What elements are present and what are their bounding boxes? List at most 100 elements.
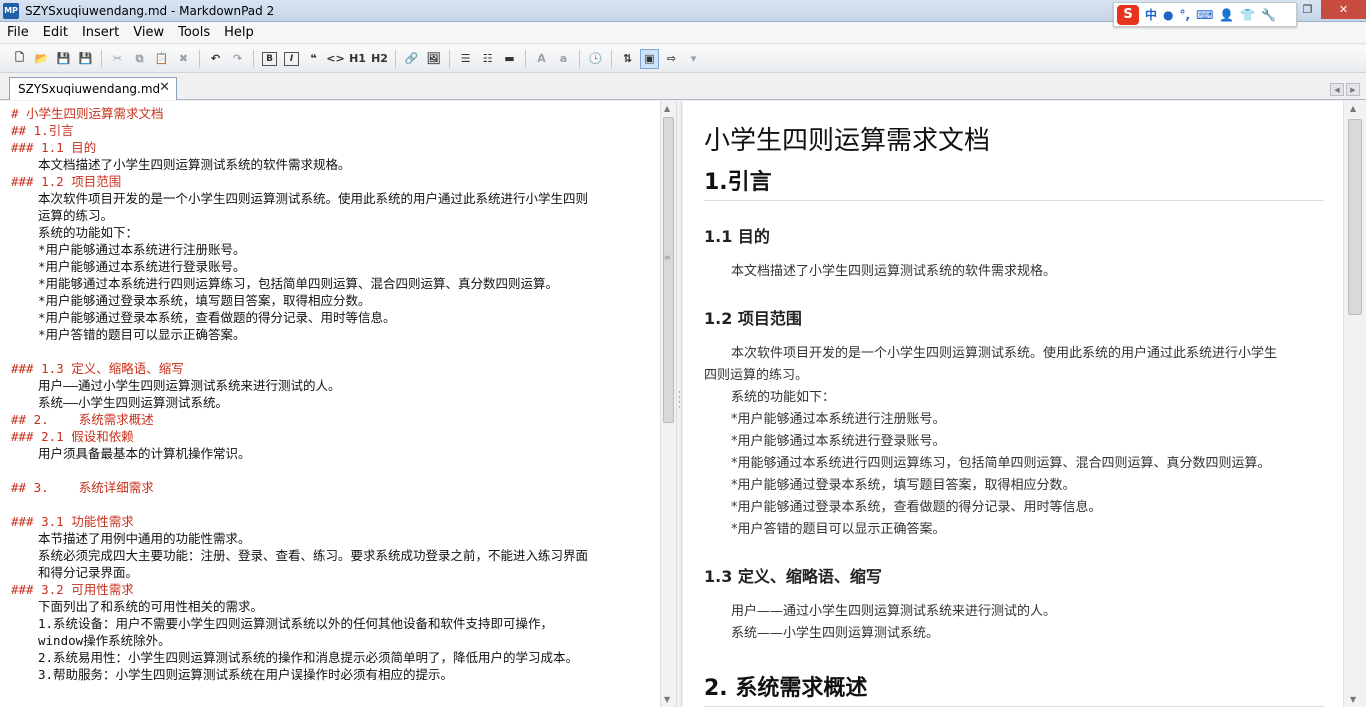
tab-close-icon[interactable]: ✕ [159, 80, 170, 95]
heading1-button[interactable]: H1 [348, 49, 367, 69]
editor-text-line: *用户能够通过本系统进行注册账号。 [38, 242, 246, 257]
ime-keyboard-icon[interactable]: ⌨ [1196, 8, 1213, 22]
link-icon[interactable]: 🔗 [402, 49, 421, 69]
close-button[interactable]: ✕ [1321, 0, 1366, 19]
sogou-logo-icon[interactable]: S [1117, 4, 1139, 25]
editor-text: # 小学生四则运算需求文档 ## 1.引言 ### 1.1 目的本文档描述了小学生四… [11, 105, 588, 683]
tab-scroll-right-icon[interactable]: ▶ [1346, 83, 1360, 96]
heading2-button[interactable]: H2 [370, 49, 389, 69]
horizontal-rule-icon[interactable]: ▬ [500, 49, 519, 69]
toolbar-divider [611, 49, 612, 68]
tab-strip: SZYSxuqiuwendang.md ✕ ◀ ▶ [0, 74, 1366, 100]
editor-scrollbar[interactable]: ▲ ≡ ▼ [660, 101, 676, 707]
lowercase-button[interactable]: a [554, 49, 573, 69]
editor-text-line: 本文档描述了小学生四则运算测试系统的软件需求规格。 [38, 157, 351, 172]
pane-splitter[interactable]: · · · · [676, 101, 682, 707]
new-document-icon[interactable]: 🗋 [10, 49, 29, 69]
undo-icon[interactable]: ↶ [206, 49, 225, 69]
preview-line: *用户能够通过本系统进行登录账号。 [731, 434, 946, 449]
delete-icon[interactable]: ✖ [174, 49, 193, 69]
menu-view[interactable]: View [126, 25, 171, 40]
editor-text-line: 1.系统设备：用户不需要小学生四则运算测试系统以外的任何其他设备和软件支持即可操… [38, 616, 554, 631]
tab-document[interactable]: SZYSxuqiuwendang.md ✕ [9, 77, 177, 100]
ime-skin-icon[interactable]: 👕 [1240, 8, 1255, 22]
editor-text-line: *用户能够通过登录本系统，查看做题的得分记录、用时等信息。 [38, 310, 396, 325]
menu-help[interactable]: Help [217, 25, 261, 40]
export-icon[interactable]: ⇨ [662, 49, 681, 69]
toolbar-divider [395, 49, 396, 68]
editor-text-line: 用户须具备最基本的计算机操作常识。 [38, 446, 251, 461]
save-icon[interactable]: 💾 [54, 49, 73, 69]
preview-line: 系统的功能如下： [731, 390, 836, 405]
editor-text-line: *用户能够通过本系统进行登录账号。 [38, 259, 246, 274]
preview-scrollbar[interactable]: ▲ ▼ [1343, 101, 1366, 707]
toolbar-overflow-icon[interactable]: ▾ [684, 49, 703, 69]
save-all-icon[interactable]: 💾 [76, 49, 95, 69]
preview-scroll-thumb[interactable] [1348, 119, 1362, 315]
editor-scroll-thumb[interactable] [663, 117, 674, 423]
preview-line: *用户能够通过登录本系统，查看做题的得分记录、用时等信息。 [731, 500, 1102, 515]
preview-feature-list: 系统的功能如下： *用户能够通过本系统进行注册账号。 *用户能够通过本系统进行登录账… [704, 387, 1324, 541]
italic-button[interactable]: I [282, 49, 301, 69]
editor-text-line: 2.系统易用性：小学生四则运算测试系统的操作和消息提示必须简单明了，降低用户的学… [38, 650, 579, 665]
menu-file[interactable]: File [0, 25, 36, 40]
editor-heading-line: ### 1.1 目的 [11, 140, 97, 155]
menu-insert[interactable]: Insert [75, 25, 126, 40]
scroll-down-icon[interactable]: ▼ [664, 695, 670, 704]
editor-text-line: 本节描述了用例中通用的功能性需求。 [38, 531, 251, 546]
scroll-up-icon[interactable]: ▲ [1350, 104, 1356, 113]
preview-line: 系统——小学生四则运算测试系统。 [731, 626, 940, 641]
uppercase-button[interactable]: A [532, 49, 551, 69]
bold-button[interactable]: B [260, 49, 279, 69]
cut-icon[interactable]: ✂ [108, 49, 127, 69]
menu-edit[interactable]: Edit [36, 25, 75, 40]
splitter-grip-icon: · · · · [678, 388, 681, 413]
preview-section-1: 1.引言 [704, 165, 1324, 201]
scroll-up-icon[interactable]: ▲ [664, 104, 670, 113]
html-preview: 小学生四则运算需求文档 1.引言 1.1 目的 本文档描述了小学生四则运算测试系… [683, 101, 1343, 707]
ime-user-icon[interactable]: 👤 [1219, 8, 1234, 22]
editor-heading-line: # 小学生四则运算需求文档 [11, 106, 164, 121]
window-title: SZYSxuqiuwendang.md - MarkdownPad 2 [25, 3, 275, 18]
preview-subsection-1-3: 1.3 定义、缩略语、缩写 [704, 567, 882, 586]
ime-dot-icon[interactable]: ● [1163, 8, 1173, 22]
toolbar-divider [199, 49, 200, 68]
editor-text-line: *用户能够通过登录本系统，填写题目答案，取得相应分数。 [38, 293, 371, 308]
numbered-list-icon[interactable]: ☷ [478, 49, 497, 69]
open-folder-icon[interactable]: 📂 [32, 49, 51, 69]
image-icon[interactable]: 🖼 [424, 49, 443, 69]
toolbar-divider [579, 49, 580, 68]
editor-text-line: window操作系统除外。 [38, 633, 171, 648]
editor-text-line: 和得分记录界面。 [38, 565, 139, 580]
ime-punctuation-icon[interactable]: °, [1180, 8, 1191, 22]
swap-panes-icon[interactable]: ⇅ [618, 49, 637, 69]
timestamp-icon[interactable]: 🕓 [586, 49, 605, 69]
live-preview-icon[interactable]: ▣ [640, 48, 659, 69]
markdown-editor[interactable]: # 小学生四则运算需求文档 ## 1.引言 ### 1.1 目的本文档描述了小学生四… [0, 101, 660, 707]
editor-heading-line: ### 2.1 假设和依赖 [11, 429, 134, 444]
redo-icon[interactable]: ↷ [228, 49, 247, 69]
code-icon[interactable]: <> [326, 49, 345, 69]
editor-text-line: 系统必须完成四大主要功能：注册、登录、查看、练习。要求系统成功登录之前，不能进入… [38, 548, 589, 563]
bullet-list-icon[interactable]: ☰ [456, 49, 475, 69]
preview-paragraph: 本文档描述了小学生四则运算测试系统的软件需求规格。 [731, 264, 1057, 279]
quote-icon[interactable]: ❝ [304, 49, 323, 69]
preview-line: *用户能够通过本系统进行注册账号。 [731, 412, 946, 427]
editor-text-line: 用户——通过小学生四则运算测试系统来进行测试的人。 [38, 378, 341, 393]
scroll-grip-icon: ≡ [664, 253, 671, 262]
editor-text-line: 系统的功能如下： [38, 225, 139, 240]
tab-scroll-left-icon[interactable]: ◀ [1330, 83, 1344, 96]
maximize-button[interactable]: ❐ [1294, 0, 1321, 19]
scroll-down-icon[interactable]: ▼ [1350, 695, 1356, 704]
paste-icon[interactable]: 📋 [152, 49, 171, 69]
ime-language-toggle[interactable]: 中 [1145, 6, 1157, 23]
ime-tools-icon[interactable]: 🔧 [1261, 8, 1276, 22]
preview-definition-list: 用户——通过小学生四则运算测试系统来进行测试的人。 系统——小学生四则运算测试系统… [704, 601, 1324, 645]
editor-heading-line: ### 3.2 可用性需求 [11, 582, 134, 597]
tab-label: SZYSxuqiuwendang.md [18, 82, 161, 96]
menu-tools[interactable]: Tools [171, 25, 217, 40]
editor-heading-line: ## 1.引言 [11, 123, 74, 138]
copy-icon[interactable]: ⧉ [130, 49, 149, 69]
toolbar-divider [449, 49, 450, 68]
toolbar-divider [525, 49, 526, 68]
